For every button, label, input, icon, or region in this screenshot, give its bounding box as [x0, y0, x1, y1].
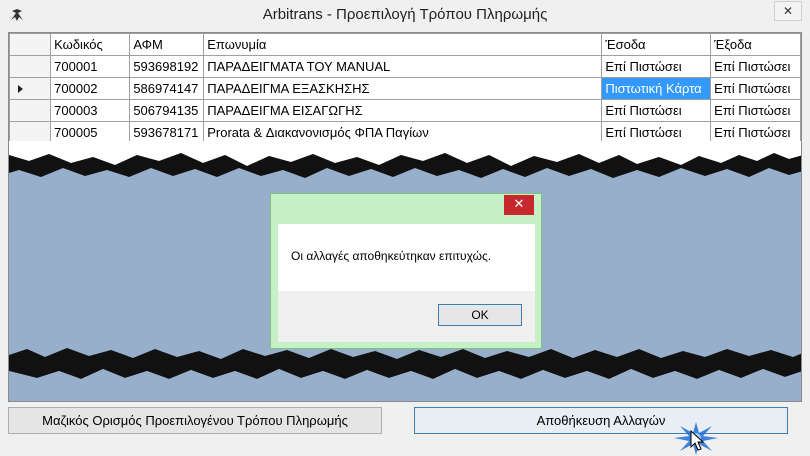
cell-afm[interactable]: 593698192 [129, 55, 205, 78]
torn-edge-bottom [9, 348, 801, 387]
cell-expense[interactable]: Επί Πιστώσει [710, 99, 801, 122]
dialog-body: Οι αλλαγές αποθηκεύτηκαν επιτυχώς. [278, 224, 535, 291]
column-header-expense[interactable]: Έξοδα [710, 33, 801, 56]
column-header-income[interactable]: Έσοδα [601, 33, 712, 56]
cell-name[interactable]: ΠΑΡΑΔΕΙΓΜΑ ΕΙΣΑΓΩΓΗΣ [203, 99, 603, 122]
cell-income-selected[interactable]: Πιστωτική Κάρτα [601, 77, 712, 100]
success-dialog: ✕ Οι αλλαγές αποθηκεύτηκαν επιτυχώς. OK [270, 193, 542, 349]
table-row[interactable]: 700003 506794135 ΠΑΡΑΔΕΙΓΜΑ ΕΙΣΑΓΩΓΗΣ Επ… [9, 99, 801, 122]
cell-code[interactable]: 700003 [50, 99, 131, 122]
grid-header-row: Κωδικός ΑΦΜ Επωνυμία Έσοδα Έξοδα [9, 33, 801, 56]
cell-income[interactable]: Επί Πιστώσει [601, 99, 712, 122]
column-header-name[interactable]: Επωνυμία [203, 33, 603, 56]
cell-income[interactable]: Επί Πιστώσει [601, 55, 712, 78]
dialog-close-button[interactable]: ✕ [504, 195, 534, 215]
save-changes-button[interactable]: Αποθήκευση Αλλαγών [414, 407, 788, 434]
torn-edge-top [9, 141, 801, 178]
ok-button[interactable]: OK [438, 304, 522, 326]
bulk-default-payment-button[interactable]: Μαζικός Ορισμός Προεπιλογένου Τρόπου Πλη… [8, 407, 382, 434]
column-header-code[interactable]: Κωδικός [50, 33, 131, 56]
title-bar: Arbitrans - Προεπιλογή Τρόπου Πληρωμής ✕ [0, 0, 810, 30]
row-header-corner [9, 33, 52, 56]
cell-code[interactable]: 700001 [50, 55, 131, 78]
mouse-pointer-icon [690, 430, 705, 451]
cell-afm[interactable]: 586974147 [129, 77, 205, 100]
cell-expense[interactable]: Επί Πιστώσει [710, 55, 801, 78]
dialog-footer: OK [278, 291, 535, 342]
row-header[interactable] [9, 99, 52, 122]
cell-afm[interactable]: 506794135 [129, 99, 205, 122]
grid-table: Κωδικός ΑΦΜ Επωνυμία Έσοδα Έξοδα 700001 … [9, 33, 801, 144]
cell-expense[interactable]: Επί Πιστώσει [710, 77, 801, 100]
dialog-message: Οι αλλαγές αποθηκεύτηκαν επιτυχώς. [291, 249, 492, 263]
table-row[interactable]: 700001 593698192 ΠΑΡΑΔΕΙΓΜΑΤΑ ΤΟΥ MANUAL… [9, 55, 801, 78]
current-row-indicator-icon [18, 85, 23, 93]
row-header[interactable] [9, 77, 52, 100]
window-close-button[interactable]: ✕ [774, 1, 802, 21]
column-header-afm[interactable]: ΑΦΜ [129, 33, 205, 56]
cell-code[interactable]: 700002 [50, 77, 131, 100]
window-title: Arbitrans - Προεπιλογή Τρόπου Πληρωμής [262, 6, 548, 23]
cell-name[interactable]: ΠΑΡΑΔΕΙΓΜΑΤΑ ΤΟΥ MANUAL [203, 55, 603, 78]
row-header[interactable] [9, 55, 52, 78]
cell-name[interactable]: ΠΑΡΑΔΕΙΓΜΑ ΕΞΑΣΚΗΣΗΣ [203, 77, 603, 100]
table-row-selected[interactable]: 700002 586974147 ΠΑΡΑΔΕΙΓΜΑ ΕΞΑΣΚΗΣΗΣ Πι… [9, 77, 801, 100]
